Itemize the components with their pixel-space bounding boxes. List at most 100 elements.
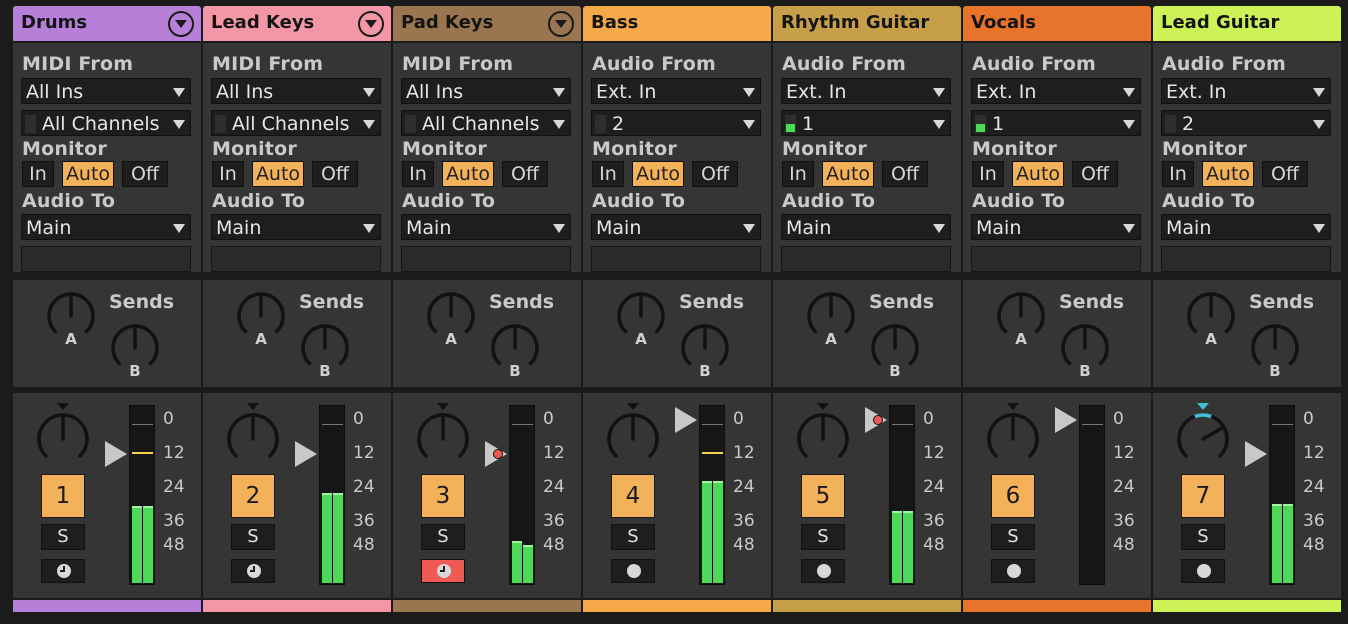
track-comment-field[interactable] — [1161, 246, 1331, 272]
input-channel-dropdown[interactable]: 1 — [971, 110, 1141, 136]
volume-fader-handle[interactable] — [865, 407, 887, 433]
monitor-in-button[interactable]: In — [212, 161, 244, 187]
track-header[interactable]: Pad Keys — [393, 6, 581, 41]
level-meter[interactable] — [1079, 405, 1105, 585]
fold-chevron-icon[interactable] — [168, 11, 194, 37]
input-channel-dropdown[interactable]: 2 — [1161, 110, 1331, 136]
monitor-in-button[interactable]: In — [782, 161, 814, 187]
solo-button[interactable]: S — [231, 524, 275, 550]
volume-fader-handle[interactable] — [1055, 407, 1077, 433]
monitor-off-button[interactable]: Off — [122, 161, 168, 187]
track-header[interactable]: Vocals — [963, 6, 1151, 41]
track-name[interactable]: Pad Keys — [401, 12, 493, 33]
monitor-in-button[interactable]: In — [592, 161, 624, 187]
output-dropdown[interactable]: Main — [971, 214, 1141, 240]
input-source-dropdown[interactable]: All Ins — [211, 78, 381, 104]
track-header[interactable]: Rhythm Guitar — [773, 6, 961, 41]
track-header[interactable]: Drums — [13, 6, 201, 41]
track-activator-button[interactable]: 2 — [231, 474, 275, 518]
solo-button[interactable]: S — [991, 524, 1035, 550]
track-activator-button[interactable]: 1 — [41, 474, 85, 518]
volume-fader-handle[interactable] — [295, 441, 317, 467]
solo-button[interactable]: S — [611, 524, 655, 550]
arm-button[interactable] — [801, 559, 845, 583]
volume-fader-handle[interactable] — [485, 441, 507, 467]
monitor-in-button[interactable]: In — [972, 161, 1004, 187]
track-activator-button[interactable]: 7 — [1181, 474, 1225, 518]
input-source-dropdown[interactable]: Ext. In — [1161, 78, 1331, 104]
track-comment-field[interactable] — [591, 246, 761, 272]
monitor-in-button[interactable]: In — [1162, 161, 1194, 187]
level-meter[interactable] — [1269, 405, 1295, 585]
input-source-dropdown[interactable]: Ext. In — [591, 78, 761, 104]
input-source-dropdown[interactable]: Ext. In — [971, 78, 1141, 104]
output-dropdown[interactable]: Main — [1161, 214, 1331, 240]
solo-button[interactable]: S — [41, 524, 85, 550]
track-name[interactable]: Lead Guitar — [1161, 12, 1279, 33]
input-channel-dropdown[interactable]: All Channels — [21, 110, 191, 136]
monitor-off-button[interactable]: Off — [502, 161, 548, 187]
output-dropdown[interactable]: Main — [781, 214, 951, 240]
monitor-auto-button[interactable]: Auto — [1202, 161, 1254, 187]
level-meter[interactable] — [319, 405, 345, 585]
level-meter[interactable] — [699, 405, 725, 585]
monitor-auto-button[interactable]: Auto — [252, 161, 304, 187]
monitor-auto-button[interactable]: Auto — [62, 161, 114, 187]
level-meter[interactable] — [889, 405, 915, 585]
monitor-off-button[interactable]: Off — [1072, 161, 1118, 187]
input-source-dropdown[interactable]: All Ins — [401, 78, 571, 104]
track-name[interactable]: Vocals — [971, 12, 1036, 33]
pan-knob-icon[interactable] — [1175, 403, 1231, 467]
track-comment-field[interactable] — [971, 246, 1141, 272]
track-comment-field[interactable] — [401, 246, 571, 272]
arm-button[interactable] — [1181, 559, 1225, 583]
solo-button[interactable]: S — [801, 524, 845, 550]
track-header[interactable]: Bass — [583, 6, 771, 41]
input-channel-dropdown[interactable]: All Channels — [401, 110, 571, 136]
track-header[interactable]: Lead Guitar — [1153, 6, 1341, 41]
arm-button[interactable] — [41, 559, 85, 583]
output-dropdown[interactable]: Main — [591, 214, 761, 240]
track-comment-field[interactable] — [211, 246, 381, 272]
track-comment-field[interactable] — [21, 246, 191, 272]
pan-knob-icon[interactable] — [225, 403, 281, 467]
monitor-off-button[interactable]: Off — [312, 161, 358, 187]
monitor-off-button[interactable]: Off — [692, 161, 738, 187]
fold-chevron-icon[interactable] — [358, 11, 384, 37]
monitor-auto-button[interactable]: Auto — [442, 161, 494, 187]
volume-fader-handle[interactable] — [105, 441, 127, 467]
track-header[interactable]: Lead Keys — [203, 6, 391, 41]
monitor-in-button[interactable]: In — [22, 161, 54, 187]
monitor-auto-button[interactable]: Auto — [632, 161, 684, 187]
arm-button[interactable] — [231, 559, 275, 583]
track-name[interactable]: Lead Keys — [211, 12, 314, 33]
level-meter[interactable] — [509, 405, 535, 585]
monitor-off-button[interactable]: Off — [882, 161, 928, 187]
track-activator-button[interactable]: 6 — [991, 474, 1035, 518]
track-name[interactable]: Drums — [21, 12, 87, 33]
track-activator-button[interactable]: 5 — [801, 474, 845, 518]
arm-button[interactable] — [611, 559, 655, 583]
pan-knob-icon[interactable] — [605, 403, 661, 467]
input-source-dropdown[interactable]: Ext. In — [781, 78, 951, 104]
monitor-auto-button[interactable]: Auto — [822, 161, 874, 187]
input-source-dropdown[interactable]: All Ins — [21, 78, 191, 104]
level-meter[interactable] — [129, 405, 155, 585]
output-dropdown[interactable]: Main — [211, 214, 381, 240]
track-name[interactable]: Rhythm Guitar — [781, 12, 929, 33]
track-name[interactable]: Bass — [591, 12, 638, 33]
monitor-in-button[interactable]: In — [402, 161, 434, 187]
track-activator-button[interactable]: 4 — [611, 474, 655, 518]
volume-fader-handle[interactable] — [675, 407, 697, 433]
solo-button[interactable]: S — [421, 524, 465, 550]
output-dropdown[interactable]: Main — [401, 214, 571, 240]
pan-knob-icon[interactable] — [415, 403, 471, 467]
input-channel-dropdown[interactable]: 1 — [781, 110, 951, 136]
pan-knob-icon[interactable] — [35, 403, 91, 467]
pan-knob-icon[interactable] — [985, 403, 1041, 467]
input-channel-dropdown[interactable]: All Channels — [211, 110, 381, 136]
arm-button[interactable] — [991, 559, 1035, 583]
output-dropdown[interactable]: Main — [21, 214, 191, 240]
monitor-off-button[interactable]: Off — [1262, 161, 1308, 187]
volume-fader-handle[interactable] — [1245, 441, 1267, 467]
